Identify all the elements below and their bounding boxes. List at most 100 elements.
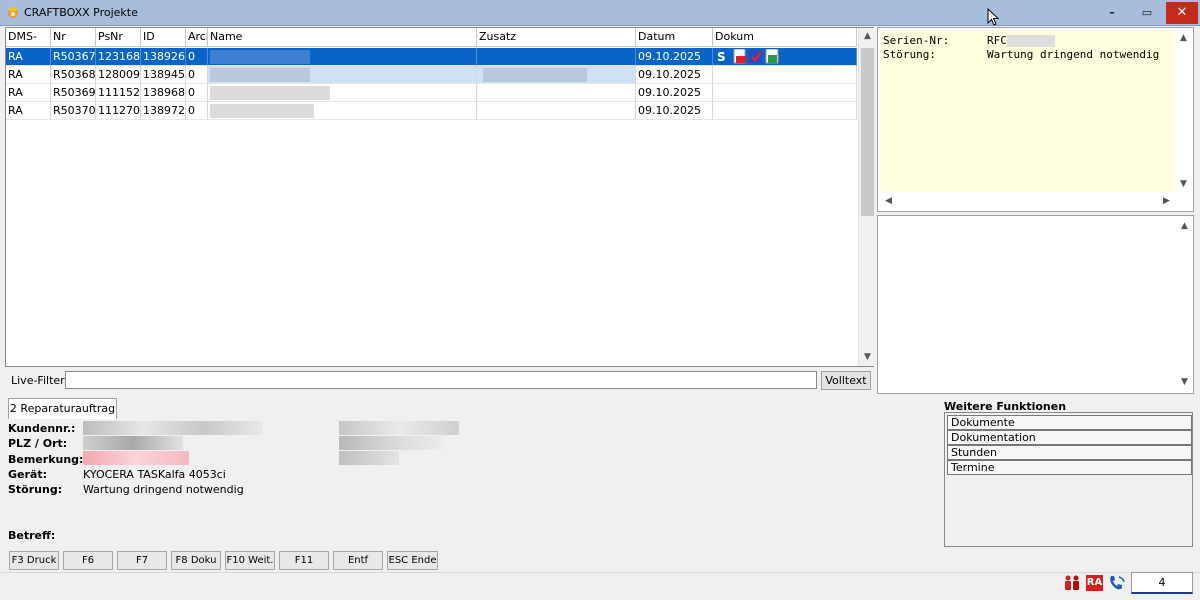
app-logo-icon <box>6 5 20 19</box>
f7-import-button[interactable]: F7 Import <box>117 551 167 583</box>
cell-nr: R50369 <box>51 84 96 102</box>
scroll-up-icon[interactable]: ▲ <box>1175 30 1192 47</box>
order-details: Kundennr.: PLZ / Ort: Bemerkung: Gerät: … <box>8 418 938 548</box>
delete-button[interactable]: Entf Lösch. <box>333 551 383 583</box>
plz-label: PLZ / Ort: <box>8 437 68 450</box>
ra-badge[interactable]: RA <box>1086 575 1103 591</box>
cell-dokum: S <box>713 48 857 66</box>
f11-aktualisieren-button[interactable]: F11 Aktua. <box>279 551 329 583</box>
col-arch[interactable]: Arch <box>186 28 208 47</box>
stoerung-label: Störung: <box>8 483 63 496</box>
status-bar <box>0 572 1200 600</box>
project-grid[interactable]: DMS- Nr PsNr ID Arch Name Zusatz Datum D… <box>5 27 875 367</box>
scroll-right-icon[interactable]: ▶ <box>1158 193 1175 210</box>
table-row[interactable]: RA R50370 111270 1389720 0 09.10.2025 <box>6 102 857 120</box>
cell-arch: 0 <box>186 102 208 120</box>
f3-print-button[interactable]: F3 Druck <box>9 551 59 570</box>
grid-header: DMS- Nr PsNr ID Arch Name Zusatz Datum D… <box>6 28 857 47</box>
f6-export-button[interactable]: F6 Export <box>63 551 113 583</box>
cell-datum: 09.10.2025 <box>636 84 713 102</box>
phone-icon[interactable] <box>1108 574 1126 595</box>
users-icon[interactable] <box>1063 575 1081 594</box>
live-filter-input[interactable] <box>65 371 817 389</box>
kundennr-redacted <box>83 421 263 435</box>
serial-redacted <box>1007 35 1055 47</box>
cell-datum: 09.10.2025 <box>636 102 713 120</box>
plz-redacted <box>83 436 183 450</box>
cell-arch: 0 <box>186 48 208 66</box>
geraet-value: KYOCERA TASKalfa 4053ci <box>83 468 226 481</box>
col-nr[interactable]: Nr <box>51 28 96 47</box>
kundennr-label: Kundennr.: <box>8 422 76 435</box>
cell-name-redacted <box>208 66 477 84</box>
table-row[interactable]: RA R50369 111152 1389682 0 09.10.2025 <box>6 84 857 102</box>
col-datum[interactable]: Datum <box>636 28 713 47</box>
cell-name-redacted <box>208 84 477 102</box>
cell-dms: RA <box>6 66 51 84</box>
weitere-funktionen-list: Dokumente Dokumentation Stunden Termine <box>944 412 1193 547</box>
col-dokum[interactable]: Dokum <box>713 28 857 47</box>
title-bar <box>0 0 1200 26</box>
cell-datum: 09.10.2025 <box>636 48 713 66</box>
fault-value: Wartung dringend notwendig <box>987 48 1160 61</box>
f8-doku-button[interactable]: F8 Doku <box>171 551 221 570</box>
close-button[interactable]: ✕ <box>1166 2 1198 24</box>
table-row[interactable]: RA R50368 128009 1389454 0 09.10.2025 <box>6 66 857 84</box>
minimize-button[interactable]: – <box>1096 2 1128 24</box>
betreff-label: Betreff: <box>8 529 56 542</box>
col-id[interactable]: ID <box>141 28 186 47</box>
cell-name-redacted <box>208 48 477 66</box>
cell-nr: R50367 <box>51 48 96 66</box>
cell-dms: RA <box>6 102 51 120</box>
wf-item-dokumentation[interactable]: Dokumentation <box>947 430 1192 445</box>
col-name[interactable]: Name <box>208 28 477 47</box>
fault-label: Störung: <box>883 48 936 61</box>
cell-dokum <box>713 102 857 120</box>
wf-item-dokumente[interactable]: Dokumente <box>947 415 1192 430</box>
live-filter-label: Live-Filter <box>11 374 65 387</box>
wf-item-stunden[interactable]: Stunden <box>947 445 1192 460</box>
col-dms[interactable]: DMS- <box>6 28 51 47</box>
info-panel[interactable]: Serien-Nr: RFC Störung: Wartung dringend… <box>877 27 1194 212</box>
spreadsheet-icon[interactable] <box>765 49 779 64</box>
scroll-up-icon[interactable]: ▲ <box>859 28 876 45</box>
geraet-label: Gerät: <box>8 468 47 481</box>
grid-vertical-scrollbar[interactable]: ▲ ▼ <box>858 28 875 366</box>
maximize-button[interactable]: ▭ <box>1131 2 1163 24</box>
info-horizontal-scrollbar[interactable]: ◀ ▶ <box>880 194 1175 209</box>
notes-panel[interactable]: ▲ ▼ <box>877 215 1194 394</box>
cell-arch: 0 <box>186 66 208 84</box>
cell-psnr: 111270 <box>96 102 141 120</box>
wf-item-termine[interactable]: Termine <box>947 460 1192 475</box>
cell-name-redacted <box>208 102 477 120</box>
scroll-left-icon[interactable]: ◀ <box>880 193 897 210</box>
volltext-button[interactable]: Volltext <box>821 371 871 390</box>
scroll-down-icon[interactable]: ▼ <box>1175 176 1192 193</box>
city-redacted <box>339 436 444 450</box>
s-icon[interactable]: S <box>717 49 726 65</box>
cell-datum: 09.10.2025 <box>636 66 713 84</box>
scroll-down-icon[interactable]: ▼ <box>1176 374 1193 391</box>
info-text-area[interactable]: Serien-Nr: RFC Störung: Wartung dringend… <box>880 30 1175 192</box>
esc-end-button[interactable]: ESC Ende <box>387 551 438 570</box>
checklist-icon[interactable] <box>749 49 763 64</box>
cell-id: 1389454 <box>141 66 186 84</box>
info-vertical-scrollbar[interactable]: ▲ ▼ <box>1176 30 1191 192</box>
col-psnr[interactable]: PsNr <box>96 28 141 47</box>
cell-dokum <box>713 66 857 84</box>
bemerkung-redacted <box>83 451 189 465</box>
cell-psnr: 123168 <box>96 48 141 66</box>
scroll-down-icon[interactable]: ▼ <box>859 349 876 366</box>
cell-zusatz-redacted <box>477 66 636 84</box>
scrollbar-thumb[interactable] <box>861 48 874 216</box>
scroll-up-icon[interactable]: ▲ <box>1176 218 1193 235</box>
col-zusatz[interactable]: Zusatz <box>477 28 636 47</box>
cell-zusatz <box>477 84 636 102</box>
cell-id: 1389263 <box>141 48 186 66</box>
tab-reparaturauftrag[interactable]: 2 Reparaturauftrag <box>8 398 117 419</box>
table-row[interactable]: RA R50367 123168 1389263 0 09.10.2025 S <box>6 48 857 66</box>
cell-nr: R50368 <box>51 66 96 84</box>
serial-value: RFC <box>987 34 1007 47</box>
pdf-icon[interactable] <box>733 49 747 64</box>
f10-weiter-button[interactable]: F10 Weit. <box>225 551 275 570</box>
